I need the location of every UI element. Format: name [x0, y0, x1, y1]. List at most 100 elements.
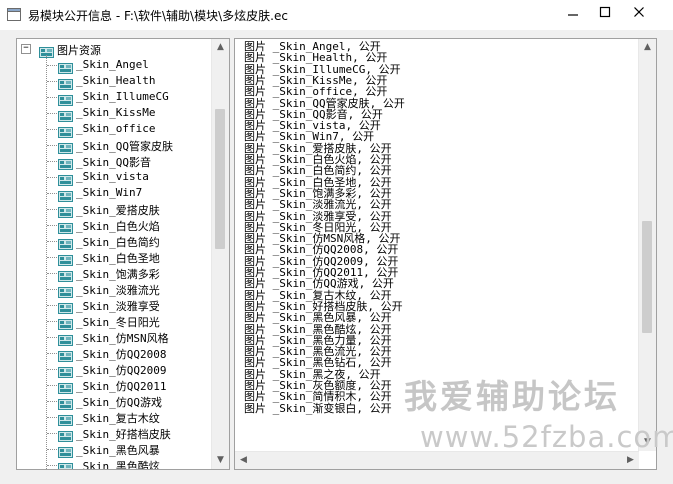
application-window: 易模块公开信息 - F:\软件\辅助\模块\多炫皮肤.ec − 图片资源 _Skin… — [0, 0, 673, 484]
tree-scroll-thumb[interactable] — [215, 109, 225, 249]
tree-branch-line — [47, 209, 57, 210]
image-icon — [58, 171, 73, 186]
image-icon — [58, 363, 73, 378]
tree-branch-line — [47, 353, 57, 354]
info-line: 图片 _Skin_简情积木, 公开 — [244, 390, 392, 404]
tree-item-label: _Skin_Win7 — [76, 186, 143, 199]
image-icon — [58, 187, 73, 202]
tree-branch-line — [47, 177, 57, 178]
tree-item-label: _Skin_QQ影音 — [76, 156, 151, 169]
image-icon — [58, 411, 73, 426]
tree-item[interactable]: _Skin_Win7 — [17, 185, 209, 202]
tree-branch-line — [47, 81, 57, 82]
tree-item[interactable]: _Skin_白色圣地 — [17, 249, 209, 266]
tree-item-label: _Skin_KissMe — [76, 106, 156, 119]
tree-item[interactable]: _Skin_仿MSN风格 — [17, 329, 209, 346]
maximize-icon — [599, 6, 611, 18]
tree-item[interactable]: _Skin_QQ影音 — [17, 153, 209, 170]
tree-vertical-scrollbar[interactable]: ▲ ▼ — [211, 39, 229, 469]
tree-item[interactable]: _Skin_IllumeCG — [17, 89, 209, 106]
tree-item[interactable]: _Skin_Health — [17, 73, 209, 90]
image-icon — [58, 219, 73, 234]
tree-item[interactable]: _Skin_仿QQ2009 — [17, 361, 209, 378]
info-line: 图片 _Skin_黑色风暴, 公开 — [244, 311, 392, 325]
scroll-right-arrow-icon[interactable]: ▶ — [622, 452, 639, 469]
tree-item-label: _Skin_白色火焰 — [76, 220, 160, 233]
tree-item-label: _Skin_饱满多彩 — [76, 268, 160, 281]
info-line: 图片 _Skin_淡雅享受, 公开 — [244, 209, 392, 223]
tree-branch-line — [47, 385, 57, 386]
info-line: 图片 _Skin_仿QQ游戏, 公开 — [244, 277, 394, 291]
tree-item-label: _Skin_白色圣地 — [76, 252, 160, 265]
tree-item-label: _Skin_仿MSN风格 — [76, 332, 169, 345]
tree-item[interactable]: _Skin_白色简约 — [17, 233, 209, 250]
tree-item[interactable]: _Skin_饱满多彩 — [17, 265, 209, 282]
image-folder-icon — [39, 43, 54, 58]
scroll-left-arrow-icon[interactable]: ◀ — [235, 452, 252, 469]
tree-item[interactable]: _Skin_黑色风暴 — [17, 441, 209, 458]
tree-item[interactable]: _Skin_好搭档皮肤 — [17, 425, 209, 442]
tree-item-label: _Skin_Health — [76, 74, 156, 87]
image-icon — [58, 123, 73, 138]
info-line: 图片 _Skin_复古木纹, 公开 — [244, 288, 392, 302]
scroll-down-arrow-icon[interactable]: ▼ — [212, 452, 229, 469]
scroll-up-arrow-icon[interactable]: ▲ — [639, 39, 656, 56]
tree-item[interactable]: _Skin_仿QQ2008 — [17, 345, 209, 362]
image-icon — [58, 91, 73, 106]
title-bar[interactable]: 易模块公开信息 - F:\软件\辅助\模块\多炫皮肤.ec — [0, 0, 673, 30]
image-icon — [58, 443, 73, 458]
tree-item[interactable]: _Skin_淡雅享受 — [17, 297, 209, 314]
minimize-button[interactable] — [558, 0, 588, 26]
info-line: 图片 _Skin_QQ管家皮肤, 公开 — [244, 96, 405, 110]
maximize-button[interactable] — [590, 0, 620, 26]
image-icon — [58, 427, 73, 442]
scroll-up-arrow-icon[interactable]: ▲ — [212, 39, 229, 56]
collapse-toggle-icon[interactable]: − — [21, 44, 31, 54]
tree-item[interactable]: _Skin_office — [17, 121, 209, 138]
tree-item-label: _Skin_vista — [76, 170, 149, 183]
tree-item-label: _Skin_冬日阳光 — [76, 316, 160, 329]
tree-item[interactable]: _Skin_黑色酷炫 — [17, 457, 209, 470]
tree-item[interactable]: _Skin_仿QQ2011 — [17, 377, 209, 394]
tree-item[interactable]: _Skin_仿QQ游戏 — [17, 393, 209, 410]
tree-branch-line — [47, 113, 57, 114]
tree-item-label: _Skin_仿QQ游戏 — [76, 396, 162, 409]
tree-branch-line — [47, 129, 57, 130]
tree-branch-line — [47, 369, 57, 370]
list-vertical-scrollbar[interactable]: ▲ ▼ — [638, 39, 656, 451]
app-window-icon — [7, 8, 21, 21]
image-icon — [58, 251, 73, 266]
info-line: 图片 _Skin_IllumeCG, 公开 — [244, 62, 401, 76]
image-icon — [58, 203, 73, 218]
tree-item[interactable]: _Skin_复古木纹 — [17, 409, 209, 426]
tree-branch-line — [47, 289, 57, 290]
list-scroll-thumb[interactable] — [642, 221, 652, 333]
close-button[interactable] — [624, 0, 654, 26]
info-line: 图片 _Skin_Health, 公开 — [244, 51, 388, 65]
tree-branch-line — [47, 465, 57, 466]
tree-item[interactable]: _Skin_淡雅流光 — [17, 281, 209, 298]
resource-tree-view[interactable]: − 图片资源 _Skin_Angel _Skin_Health _Skin_Illume… — [16, 38, 230, 470]
tree-item[interactable]: _Skin_KissMe — [17, 105, 209, 122]
tree-item[interactable]: _Skin_Angel — [17, 57, 209, 74]
tree-branch-line — [47, 257, 57, 258]
tree-item[interactable]: _Skin_QQ管家皮肤 — [17, 137, 209, 154]
tree-item-label: _Skin_黑色酷炫 — [76, 460, 160, 470]
tree-branch-line — [47, 417, 57, 418]
image-icon — [58, 331, 73, 346]
tree-item[interactable]: _Skin_冬日阳光 — [17, 313, 209, 330]
image-icon — [58, 395, 73, 410]
tree-item-label: _Skin_淡雅流光 — [76, 284, 160, 297]
tree-item[interactable]: _Skin_白色火焰 — [17, 217, 209, 234]
tree-branch-line — [47, 225, 57, 226]
tree-item-label: _Skin_office — [76, 122, 156, 135]
info-line: 图片 _Skin_渐变银白, 公开 — [244, 401, 392, 415]
tree-branch-line — [47, 241, 57, 242]
tree-item[interactable]: _Skin_vista — [17, 169, 209, 186]
image-icon — [58, 139, 73, 154]
image-icon — [58, 155, 73, 170]
info-line: 图片 _Skin_淡雅流光, 公开 — [244, 198, 392, 212]
tree-item[interactable]: _Skin_爱搭皮肤 — [17, 201, 209, 218]
tree-item-label: _Skin_复古木纹 — [76, 412, 160, 425]
watermark-url: www.52fzba.com — [420, 420, 673, 454]
